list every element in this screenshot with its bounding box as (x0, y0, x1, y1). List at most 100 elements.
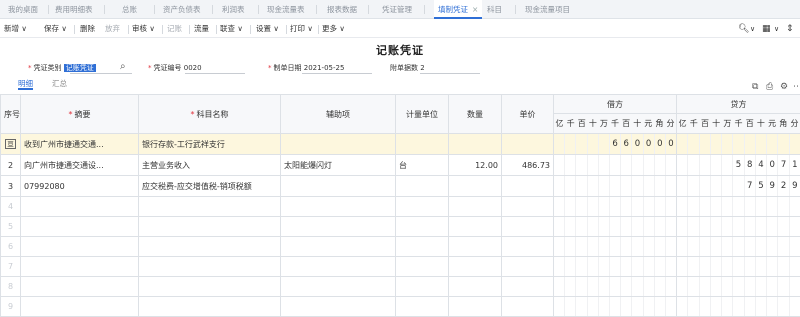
tab-general-ledger[interactable]: 总账 (122, 0, 137, 19)
unit-cell[interactable] (396, 237, 449, 257)
more-icon[interactable]: ⋯ (793, 82, 800, 92)
tab-accounts[interactable]: 科目 (487, 0, 502, 19)
qty-cell[interactable] (449, 217, 502, 237)
summary-cell[interactable] (21, 297, 139, 317)
flow-button[interactable]: 流量 (194, 23, 209, 35)
expand-icon[interactable]: ⇕ (786, 23, 794, 35)
credit-cell[interactable] (677, 134, 800, 155)
aux-cell[interactable] (281, 197, 396, 217)
account-cell[interactable]: 银行存款-工行武祥支行 (139, 134, 281, 155)
voucher-type-input[interactable]: 记账凭证 (64, 64, 96, 72)
aux-cell[interactable] (281, 134, 396, 155)
credit-cell[interactable] (677, 257, 800, 277)
copy-icon[interactable]: ⧉ (752, 82, 758, 92)
table-row[interactable]: 4 (1, 197, 800, 217)
link-query-button[interactable]: 联查 ∨ (220, 23, 243, 35)
account-cell[interactable] (139, 237, 281, 257)
qty-cell[interactable] (449, 257, 502, 277)
debit-cell[interactable] (554, 257, 677, 277)
tab-fill-voucher[interactable]: 填制凭证× (434, 0, 482, 19)
unit-cell[interactable] (396, 277, 449, 297)
account-cell[interactable] (139, 297, 281, 317)
unit-cell[interactable] (396, 197, 449, 217)
qty-cell[interactable] (449, 277, 502, 297)
qty-cell[interactable] (449, 297, 502, 317)
unit-cell[interactable] (396, 134, 449, 155)
attachments-input[interactable]: 2 (420, 64, 424, 72)
price-cell[interactable] (502, 237, 554, 257)
table-row[interactable]: 5 (1, 217, 800, 237)
grid-icon[interactable]: ▦ (762, 23, 771, 35)
table-row[interactable]: 8 (1, 277, 800, 297)
voucher-no-input[interactable]: 0020 (184, 64, 202, 72)
price-cell[interactable] (502, 134, 554, 155)
unit-cell[interactable] (396, 217, 449, 237)
post-button[interactable]: 记账 (167, 23, 182, 35)
tab-report-data[interactable]: 报表数据 (327, 0, 357, 19)
new-button[interactable]: 新增 ∨ (4, 23, 27, 35)
summary-cell[interactable] (21, 277, 139, 297)
tab-summary[interactable]: 汇总 (52, 78, 67, 90)
qty-cell[interactable] (449, 237, 502, 257)
table-row[interactable]: 6 (1, 237, 800, 257)
debit-cell[interactable] (554, 297, 677, 317)
delete-button[interactable]: 删除 (80, 23, 95, 35)
credit-cell[interactable] (677, 297, 800, 317)
audit-button[interactable]: 审核 ∨ (132, 23, 155, 35)
table-row[interactable]: 7 (1, 257, 800, 277)
account-cell[interactable] (139, 257, 281, 277)
credit-cell[interactable] (677, 197, 800, 217)
credit-cell[interactable]: 584071 (677, 155, 800, 176)
credit-cell[interactable] (677, 277, 800, 297)
print-icon[interactable]: ⎙ (766, 82, 773, 92)
unit-cell[interactable] (396, 297, 449, 317)
tab-detail[interactable]: 明细 (18, 78, 33, 90)
aux-cell[interactable] (281, 176, 396, 197)
account-cell[interactable]: 主营业务收入 (139, 155, 281, 176)
debit-cell[interactable] (554, 176, 677, 197)
price-cell[interactable] (502, 176, 554, 197)
account-cell[interactable] (139, 277, 281, 297)
price-cell[interactable] (502, 217, 554, 237)
tab-balance-sheet[interactable]: 资产负债表 (163, 0, 201, 19)
tab-cash-flow-items[interactable]: 现金流量项目 (525, 0, 570, 19)
date-input[interactable]: 2021-05-25 (304, 64, 345, 72)
search-icon[interactable]: 🔍︎ (738, 23, 749, 35)
unit-cell[interactable] (396, 176, 449, 197)
chevron-down-icon[interactable]: ∨ (774, 23, 779, 35)
summary-cell[interactable]: 向广州市捷通交通设... (21, 155, 139, 176)
settings-icon[interactable]: ⚙ (780, 82, 788, 92)
table-row[interactable]: 2向广州市捷通交通设...主营业务收入太阳能爆闪灯台12.00486.73584… (1, 155, 800, 176)
aux-cell[interactable] (281, 297, 396, 317)
price-cell[interactable] (502, 257, 554, 277)
search-icon[interactable]: ⌕ (120, 61, 126, 72)
debit-cell[interactable] (554, 197, 677, 217)
debit-cell[interactable] (554, 217, 677, 237)
unit-cell[interactable]: 台 (396, 155, 449, 176)
price-cell[interactable] (502, 297, 554, 317)
summary-cell[interactable] (21, 217, 139, 237)
aux-cell[interactable] (281, 277, 396, 297)
credit-cell[interactable]: 75929 (677, 176, 800, 197)
qty-cell[interactable]: 12.00 (449, 155, 502, 176)
debit-cell[interactable] (554, 277, 677, 297)
abandon-button[interactable]: 放弃 (105, 23, 120, 35)
unit-cell[interactable] (396, 257, 449, 277)
summary-cell[interactable] (21, 237, 139, 257)
summary-cell[interactable] (21, 257, 139, 277)
qty-cell[interactable] (449, 176, 502, 197)
tab-my-desktop[interactable]: 我的桌面 (8, 0, 38, 19)
aux-cell[interactable] (281, 217, 396, 237)
qty-cell[interactable] (449, 197, 502, 217)
debit-cell[interactable] (554, 237, 677, 257)
save-button[interactable]: 保存 ∨ (44, 23, 67, 35)
summary-cell[interactable] (21, 197, 139, 217)
more-button[interactable]: 更多 ∨ (322, 23, 345, 35)
aux-cell[interactable] (281, 237, 396, 257)
table-row[interactable]: 307992080应交税费-应交增值税-销项税额75929 (1, 176, 800, 197)
debit-cell[interactable] (554, 155, 677, 176)
aux-cell[interactable] (281, 257, 396, 277)
account-cell[interactable] (139, 217, 281, 237)
table-row[interactable]: 9 (1, 297, 800, 317)
price-cell[interactable]: 486.73 (502, 155, 554, 176)
